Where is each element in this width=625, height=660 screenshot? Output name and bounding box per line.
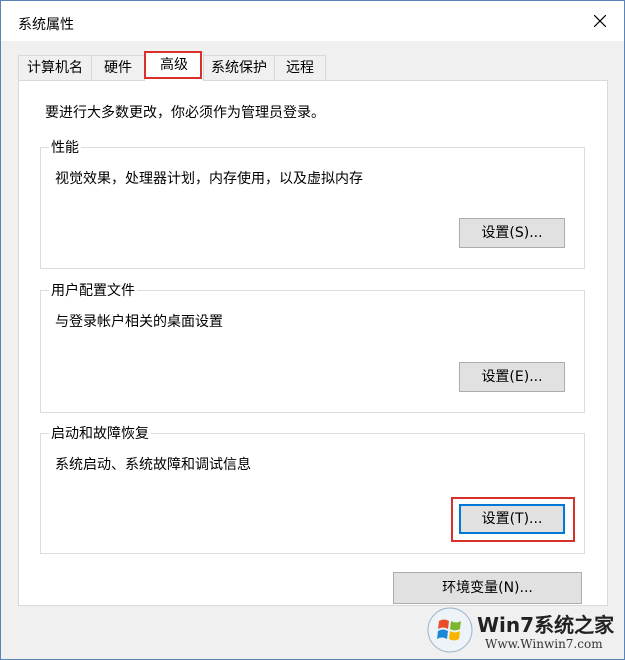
admin-note: 要进行大多数更改，你必须作为管理员登录。 (45, 105, 325, 121)
windows-logo-icon (427, 607, 473, 653)
tab-remote[interactable]: 远程 (274, 55, 326, 80)
user-profiles-title: 用户配置文件 (49, 280, 137, 300)
user-profiles-description: 与登录帐户相关的桌面设置 (55, 314, 223, 330)
user-profiles-settings-button[interactable]: 设置(E)... (459, 362, 565, 392)
system-properties-window: 系统属性 计算机名 硬件 高级 系统保护 远程 要进行大多数更改，你必须作为管理… (0, 0, 625, 660)
watermark: Win7系统之家 Www.Winwin7.com (425, 604, 620, 656)
title-bar: 系统属性 (1, 1, 624, 41)
tab-computer-name[interactable]: 计算机名 (18, 55, 92, 80)
tab-advanced[interactable]: 高级 (144, 52, 204, 81)
startup-recovery-settings-button[interactable]: 设置(T)... (459, 504, 565, 534)
tab-hardware[interactable]: 硬件 (91, 55, 145, 80)
startup-recovery-title: 启动和故障恢复 (49, 423, 151, 443)
close-button[interactable] (578, 5, 622, 37)
performance-group: 性能 视觉效果，处理器计划，内存使用，以及虚拟内存 设置(S)... (40, 137, 585, 269)
user-profiles-group: 用户配置文件 与登录帐户相关的桌面设置 设置(E)... (40, 280, 585, 413)
watermark-url: Www.Winwin7.com (485, 637, 603, 651)
environment-variables-button[interactable]: 环境变量(N)... (393, 572, 582, 604)
startup-recovery-description: 系统启动、系统故障和调试信息 (55, 457, 251, 473)
performance-settings-button[interactable]: 设置(S)... (459, 218, 565, 248)
startup-recovery-group: 启动和故障恢复 系统启动、系统故障和调试信息 设置(T)... (40, 423, 585, 554)
close-icon (594, 15, 606, 27)
advanced-panel: 要进行大多数更改，你必须作为管理员登录。 性能 视觉效果，处理器计划，内存使用，… (18, 80, 608, 606)
performance-description: 视觉效果，处理器计划，内存使用，以及虚拟内存 (55, 171, 363, 187)
window-title: 系统属性 (18, 17, 74, 33)
tab-system-protection[interactable]: 系统保护 (203, 55, 275, 80)
performance-title: 性能 (49, 137, 81, 157)
watermark-brand: Win7系统之家 (477, 613, 615, 637)
